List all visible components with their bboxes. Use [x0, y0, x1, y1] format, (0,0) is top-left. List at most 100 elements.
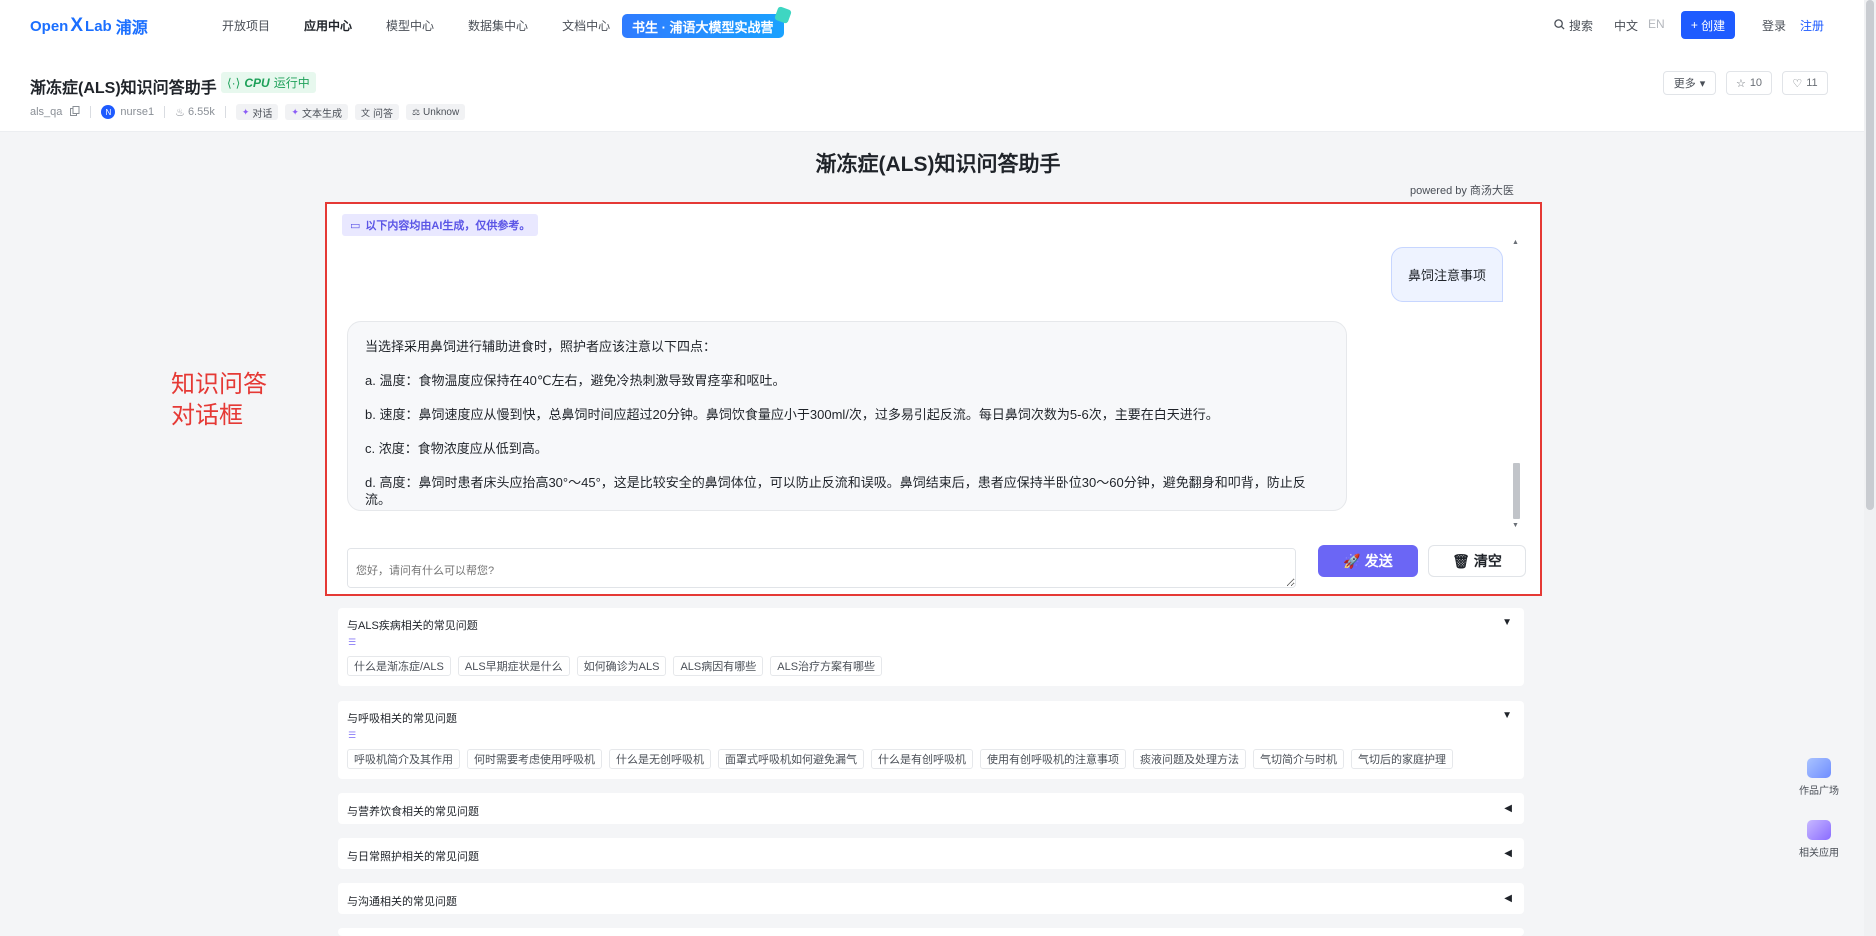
related-apps-link[interactable]: 相关应用	[1797, 820, 1841, 859]
faq-chip[interactable]: 使用有创呼吸机的注意事项	[980, 749, 1126, 769]
view-count: 6.55k	[187, 106, 215, 118]
more-dropdown[interactable]: 更多 ▾	[1663, 71, 1716, 95]
main-nav: 开放项目 应用中心 模型中心 数据集中心 文档中心	[222, 17, 644, 34]
tag-text-gen[interactable]: ✦ 文本生成	[285, 104, 348, 120]
clear-label: 清空	[1473, 553, 1502, 569]
nav-link-docs[interactable]: 文档中心	[562, 17, 610, 34]
logo-open: Open	[30, 17, 69, 35]
list-icon: ☰	[348, 730, 357, 740]
caret-left-icon[interactable]: ◀	[1504, 848, 1512, 859]
nav-link-apps[interactable]: 应用中心	[304, 17, 352, 34]
status-badge: ⟨·⟩ CPU 运行中	[221, 72, 316, 93]
gallery-label: 作品广场	[1799, 786, 1839, 797]
faq-chip[interactable]: 何时需要考虑使用呼吸机	[467, 749, 602, 769]
rocket-icon: 🚀	[1343, 552, 1361, 569]
logo-lab: Lab	[85, 17, 112, 35]
page-scroll-thumb[interactable]	[1866, 0, 1874, 510]
faq-section-nutrition[interactable]: 与营养饮食相关的常见问题 ◀	[338, 793, 1524, 824]
search-icon	[1554, 18, 1565, 33]
lang-en-link[interactable]: EN	[1648, 17, 1665, 31]
tag-qa[interactable]: 文问答	[354, 104, 399, 120]
faq-chip[interactable]: 什么是有创呼吸机	[871, 749, 973, 769]
site-logo[interactable]: Open X Lab 浦源	[30, 14, 148, 38]
chat-input[interactable]	[347, 548, 1296, 588]
scale-icon: ⚖	[411, 106, 421, 117]
faq-chip[interactable]: ALS治疗方案有哪些	[770, 656, 883, 676]
meta-divider	[90, 106, 92, 118]
clear-button[interactable]: 🗑 清空	[1428, 545, 1526, 577]
sparkle-icon: ✦	[241, 106, 250, 117]
bot-line: c. 浓度：食物浓度应从低到高。	[365, 441, 548, 456]
meta-divider	[224, 106, 226, 118]
app-meta-row: als_qa N nurse1 ♨ 6.55k ✦ 对话 ✦ 文本生成 文问答 ⚖ U…	[30, 104, 472, 120]
promo-banner[interactable]: 书生 · 浦语大模型实战营	[622, 6, 792, 38]
caret-down-icon: ▾	[1699, 77, 1706, 90]
ai-notice-text: 以下内容均由AI生成，仅供参考。	[365, 220, 531, 232]
meta-divider	[164, 106, 166, 118]
faq-section-breathing[interactable]: 与呼吸相关的常见问题 ▼ ☰ 呼吸机简介及其作用 何时需要考虑使用呼吸机 什么是…	[338, 701, 1524, 779]
user-message: 鼻饲注意事项	[1391, 247, 1503, 302]
star-button[interactable]: ☆ 10	[1726, 71, 1772, 95]
repo-name: als_qa	[30, 106, 63, 118]
faq-chips: 呼吸机简介及其作用 何时需要考虑使用呼吸机 什么是无创呼吸机 面罩式呼吸机如何避…	[347, 749, 1453, 769]
faq-section-als[interactable]: 与ALS疾病相关的常见问题 ▼ ☰ 什么是渐冻症/ALS ALS早期症状是什么 …	[338, 608, 1524, 686]
app-title: 渐冻症(ALS)知识问答助手	[30, 80, 217, 97]
nav-link-models[interactable]: 模型中心	[386, 17, 434, 34]
caret-down-icon[interactable]: ▼	[1502, 617, 1512, 628]
faq-chip[interactable]: 面罩式呼吸机如何避免漏气	[718, 749, 864, 769]
author-name[interactable]: nurse1	[120, 106, 154, 118]
faq-section-daily-care[interactable]: 与日常照护相关的常见问题 ◀	[338, 838, 1524, 869]
faq-section-next	[338, 928, 1524, 936]
faq-chip[interactable]: 气切简介与时机	[1253, 749, 1344, 769]
bot-line: b. 速度：鼻饲速度应从慢到快，总鼻饲时间应超过20分钟。鼻饲饮食量应小于300…	[365, 407, 1219, 422]
caret-left-icon[interactable]: ◀	[1504, 803, 1512, 814]
create-label: 创建	[1701, 18, 1726, 33]
bot-message: 当选择采用鼻饲进行辅助进食时，照护者应该注意以下四点： a. 温度：食物温度应保…	[347, 321, 1347, 511]
faq-title: 与呼吸相关的常见问题	[347, 713, 457, 725]
chat-scrollbar[interactable]: ▲ ▼	[1511, 239, 1521, 532]
faq-title: 与营养饮食相关的常见问题	[347, 806, 479, 818]
login-link[interactable]: 登录	[1762, 17, 1786, 34]
plus-icon: +	[1690, 18, 1702, 32]
faq-chip[interactable]: 如何确诊为ALS	[576, 656, 667, 676]
search-button[interactable]: 搜索	[1554, 17, 1593, 34]
faq-chip[interactable]: 气切后的家庭护理	[1351, 749, 1453, 769]
scroll-up-icon[interactable]: ▲	[1512, 239, 1519, 246]
faq-chip[interactable]: 痰液问题及处理方法	[1133, 749, 1246, 769]
scroll-down-icon[interactable]: ▼	[1512, 522, 1519, 529]
nav-link-projects[interactable]: 开放项目	[222, 17, 270, 34]
avatar: N	[101, 105, 116, 119]
register-link[interactable]: 注册	[1800, 17, 1824, 34]
logo-cn: 浦源	[115, 20, 148, 37]
bot-line: 当选择采用鼻饲进行辅助进食时，照护者应该注意以下四点：	[365, 339, 717, 354]
faq-chip[interactable]: 呼吸机简介及其作用	[347, 749, 460, 769]
list-icon: ☰	[348, 637, 357, 647]
faq-title: 与日常照护相关的常见问题	[347, 851, 479, 863]
lang-zh-link[interactable]: 中文	[1614, 17, 1638, 34]
page-scrollbar[interactable]	[1864, 0, 1876, 936]
translate-icon: 文	[360, 107, 370, 118]
faq-chip[interactable]: 什么是渐冻症/ALS	[347, 656, 451, 676]
like-button[interactable]: ♡ 11	[1782, 71, 1828, 95]
faq-chip[interactable]: 什么是无创呼吸机	[609, 749, 711, 769]
tag-license[interactable]: ⚖ Unknow	[405, 104, 466, 120]
like-count: 11	[1806, 77, 1818, 89]
faq-chips: 什么是渐冻症/ALS ALS早期症状是什么 如何确诊为ALS ALS病因有哪些 …	[347, 656, 883, 676]
create-button[interactable]: + 创建	[1681, 11, 1735, 39]
faq-section-communication[interactable]: 与沟通相关的常见问题 ◀	[338, 883, 1524, 914]
star-count: 10	[1749, 77, 1763, 89]
caret-down-icon[interactable]: ▼	[1502, 710, 1512, 721]
annotation-line-1: 知识问答	[171, 371, 267, 398]
gallery-link[interactable]: 作品广场	[1797, 758, 1841, 797]
tag-chat[interactable]: ✦ 对话	[235, 104, 279, 120]
send-label: 发送	[1364, 553, 1393, 569]
copy-icon[interactable]	[70, 105, 80, 119]
send-button[interactable]: 🚀 发送	[1318, 545, 1418, 577]
faq-chip[interactable]: ALS病因有哪些	[673, 656, 764, 676]
faq-chip[interactable]: ALS早期症状是什么	[457, 656, 570, 676]
star-icon: ☆	[1735, 77, 1746, 90]
caret-left-icon[interactable]: ◀	[1504, 893, 1512, 904]
scroll-thumb[interactable]	[1513, 463, 1520, 519]
nav-link-datasets[interactable]: 数据集中心	[468, 17, 528, 34]
faq-title: 与沟通相关的常见问题	[347, 896, 457, 908]
